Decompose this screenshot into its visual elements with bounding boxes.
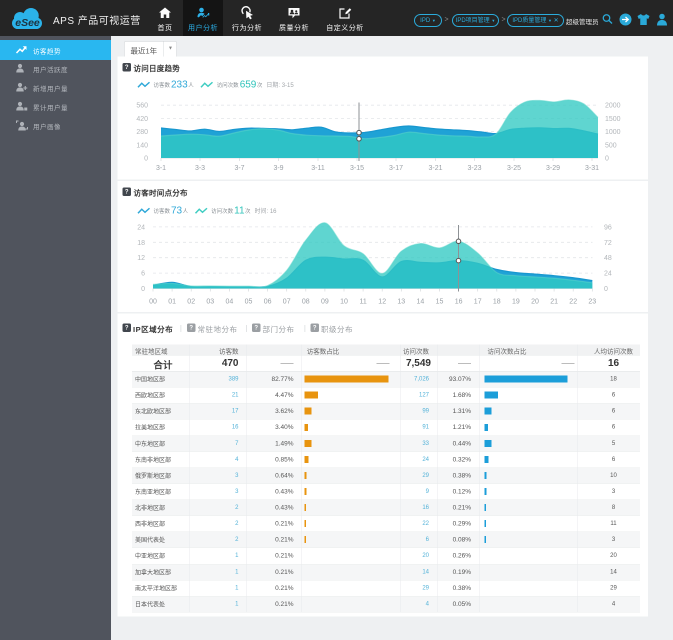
svg-text:3-21: 3-21 [428, 165, 442, 172]
svg-text:06: 06 [264, 299, 272, 306]
svg-text:3-11: 3-11 [311, 165, 325, 172]
svg-text:eSee: eSee [15, 17, 40, 29]
svg-text:19: 19 [512, 299, 520, 306]
svg-text:05: 05 [245, 299, 253, 306]
svg-text:03: 03 [206, 299, 214, 306]
svg-text:6: 6 [141, 271, 145, 278]
svg-text:3-17: 3-17 [389, 165, 403, 172]
svg-text:11: 11 [359, 299, 366, 306]
svg-text:1000: 1000 [605, 129, 621, 136]
svg-text:13: 13 [397, 299, 405, 306]
svg-text:09: 09 [321, 299, 329, 306]
svg-text:420: 420 [136, 116, 148, 123]
svg-text:3-7: 3-7 [234, 165, 244, 172]
svg-text:1500: 1500 [605, 116, 621, 123]
svg-text:17: 17 [474, 299, 482, 306]
svg-text:16: 16 [455, 299, 463, 306]
svg-text:15: 15 [436, 299, 444, 306]
svg-text:22: 22 [569, 299, 577, 306]
svg-text:14: 14 [417, 299, 425, 306]
svg-text:140: 140 [136, 142, 148, 149]
svg-text:0: 0 [605, 156, 609, 163]
svg-text:72: 72 [604, 240, 612, 247]
svg-text:0: 0 [604, 286, 608, 293]
svg-text:280: 280 [136, 129, 148, 136]
svg-text:3-3: 3-3 [195, 165, 205, 172]
svg-text:00: 00 [149, 299, 157, 306]
svg-text:07: 07 [283, 299, 291, 306]
svg-text:18: 18 [137, 240, 145, 247]
svg-text:18: 18 [493, 299, 501, 306]
svg-text:3-25: 3-25 [507, 165, 521, 172]
svg-text:20: 20 [531, 299, 539, 306]
svg-text:3-9: 3-9 [273, 165, 283, 172]
svg-text:01: 01 [168, 299, 176, 306]
svg-text:96: 96 [604, 224, 612, 231]
svg-text:24: 24 [604, 271, 612, 278]
svg-text:3-31: 3-31 [585, 165, 599, 172]
svg-text:23: 23 [588, 299, 596, 306]
svg-text:10: 10 [340, 299, 348, 306]
svg-text:08: 08 [302, 299, 310, 306]
svg-text:21: 21 [550, 299, 558, 306]
svg-text:48: 48 [604, 255, 612, 262]
svg-text:12: 12 [378, 299, 386, 306]
svg-text:500: 500 [605, 142, 617, 149]
svg-text:04: 04 [226, 299, 234, 306]
svg-text:3-29: 3-29 [546, 165, 560, 172]
svg-text:02: 02 [187, 299, 195, 306]
svg-text:24: 24 [137, 224, 145, 231]
svg-text:3-15: 3-15 [350, 165, 364, 172]
svg-text:0: 0 [144, 156, 148, 163]
svg-text:3-1: 3-1 [156, 165, 166, 172]
svg-text:3-23: 3-23 [467, 165, 481, 172]
svg-text:2000: 2000 [605, 103, 621, 110]
svg-text:12: 12 [137, 255, 145, 262]
svg-text:560: 560 [136, 103, 148, 110]
svg-text:0: 0 [141, 286, 145, 293]
